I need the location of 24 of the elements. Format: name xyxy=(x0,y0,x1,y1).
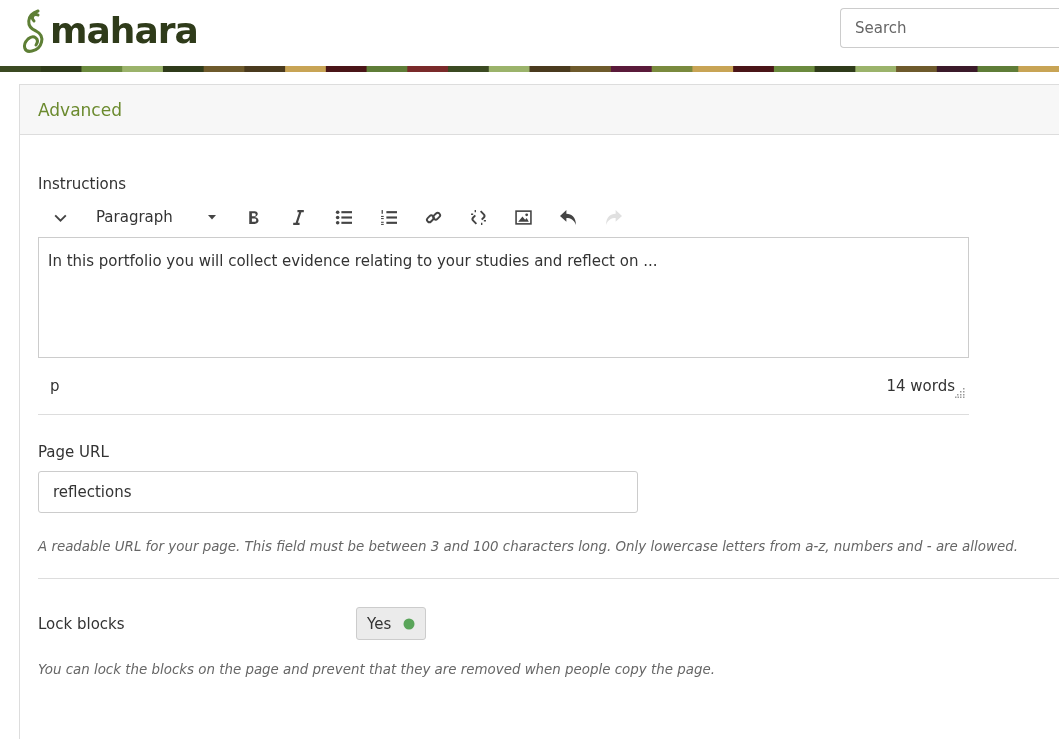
toggle-switch[interactable]: Yes xyxy=(356,607,427,640)
field-label: Page URL xyxy=(38,443,110,461)
format-dropdown[interactable]: Paragraph xyxy=(81,202,231,232)
section-title[interactable]: Advanced xyxy=(38,99,122,120)
search-field[interactable]: Search xyxy=(840,8,1059,48)
logo-text: mahara xyxy=(50,9,198,51)
undo-icon xyxy=(560,208,577,226)
resize-handle-icon[interactable] xyxy=(955,388,965,398)
caret-icon xyxy=(208,214,216,220)
redo-icon xyxy=(605,208,622,226)
element-path: p xyxy=(50,377,60,395)
bulleted-list-icon xyxy=(335,208,352,226)
help-text: A readable URL for your page. This field must be between 3 and 100 characters long. Only lowercase letters from a-z, numbers and - are allowed. xyxy=(38,539,1019,554)
field-label: Instructions xyxy=(38,175,128,193)
editor-area[interactable]: In this portfolio you will collect evidence relating to your studies and reflect on ... xyxy=(38,237,969,358)
numbered-list-icon xyxy=(380,208,397,226)
word-count: 14 words xyxy=(886,377,955,395)
url-field[interactable]: reflections xyxy=(38,471,638,513)
image-icon xyxy=(515,208,532,226)
status-dot-icon xyxy=(403,617,416,630)
field-label: Lock blocks xyxy=(38,614,126,633)
unlink-icon xyxy=(470,208,487,226)
help-text: You can lock the blocks on the page and prevent that they are removed when people copy the page. xyxy=(38,662,716,677)
italic-icon xyxy=(290,208,307,226)
